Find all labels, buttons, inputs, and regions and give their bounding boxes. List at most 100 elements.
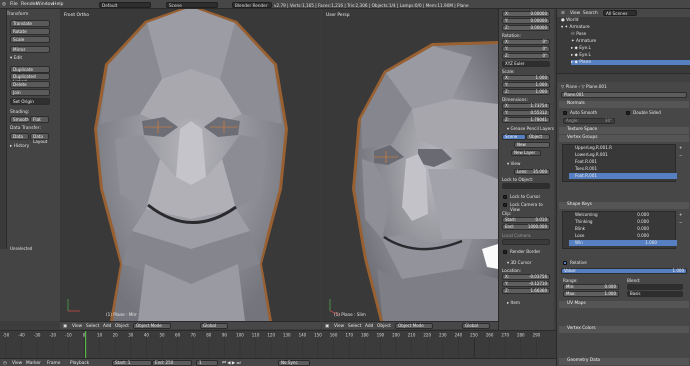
edit-header[interactable]: ▾ Edit <box>10 56 22 61</box>
scale-y-field[interactable]: Y: 1.000 <box>502 82 550 88</box>
item-header[interactable]: ▸ Item <box>507 300 520 305</box>
outliner-item-plane[interactable]: ▸ ◆ Plane <box>571 60 690 65</box>
outliner-item-armature-data[interactable]: ✦ Armature <box>571 39 596 44</box>
vl-mode-selector[interactable]: Object Mode <box>133 323 171 329</box>
scale-z-field[interactable]: Z: 1.000 <box>502 89 550 95</box>
gp-new-layer-button[interactable]: New Layer <box>511 150 541 156</box>
mirror-button[interactable]: Mirror <box>10 46 50 53</box>
dimensions-z-field[interactable]: Z: 1.78041 <box>502 117 550 123</box>
menu-file[interactable]: File <box>10 2 18 7</box>
menu-window[interactable]: Window <box>36 2 54 7</box>
vl-view-menu[interactable]: View <box>72 324 82 329</box>
shape-key-item[interactable]: Welcoming 0.000 <box>569 212 669 218</box>
gp-scene-tab[interactable]: Scene <box>502 134 526 140</box>
relative-checkbox[interactable] <box>563 261 567 265</box>
vertex-group-item[interactable]: LowerLeg.R.001 <box>569 152 669 158</box>
vr-mode-selector[interactable]: Object Mode <box>395 323 433 329</box>
smooth-button[interactable]: Smooth <box>10 116 29 123</box>
range-max-field[interactable]: Max: 1.000 <box>563 291 619 297</box>
geometry-data-header[interactable]: Geometry Data <box>559 358 689 365</box>
outliner-search-menu[interactable]: Search <box>583 11 598 16</box>
tool-tabs[interactable] <box>0 9 7 249</box>
vr-add-menu[interactable]: Add <box>365 324 373 329</box>
outliner-editor-icon[interactable]: ☰ <box>561 11 565 16</box>
lock-camera-checkbox[interactable] <box>503 203 507 207</box>
shape-key-item[interactable]: Blink 0.000 <box>569 226 669 232</box>
timeline-view-menu[interactable]: View <box>12 361 22 366</box>
add-shape-key-icon[interactable]: + <box>679 212 683 217</box>
flat-button[interactable]: Flat <box>30 116 49 123</box>
menu-help[interactable]: Help <box>53 2 63 7</box>
viewport-front-ortho[interactable]: Front Ortho (1) Plane : Mirr <box>60 9 321 321</box>
viewport-user-persp[interactable]: User Persp (1) Plane : Slim <box>322 9 498 321</box>
vl-pivot-selector[interactable]: Global <box>200 323 228 329</box>
outliner-item-eye-l-2[interactable]: ▸ ◆ Eye.L <box>571 53 591 58</box>
timeline-editor[interactable]: -50 -40 -30 -20 -10 0 10 20 30 40 50 60 70 80 90 100 110… <box>0 330 556 359</box>
double-sided-checkbox[interactable] <box>626 111 630 115</box>
vr-pivot-selector[interactable]: Global <box>462 323 490 329</box>
rotate-button[interactable]: Rotate <box>10 28 50 35</box>
outliner-item-pose[interactable]: ⚇ Pose <box>571 32 586 37</box>
rotation-mode-selector[interactable]: XYZ Euler <box>502 61 550 67</box>
vr-view-menu[interactable]: View <box>334 324 344 329</box>
outliner-view-menu[interactable]: View <box>570 11 580 16</box>
set-origin-dropdown[interactable]: Set Origin <box>10 98 50 105</box>
vertex-group-item[interactable]: Foot.R.001 <box>569 159 669 165</box>
cursor-x-field[interactable]: X: -0.03756 <box>502 274 550 280</box>
location-x-field[interactable]: X: 0.00000 <box>502 11 550 17</box>
render-engine-selector[interactable]: Blender Render <box>232 1 272 8</box>
translate-button[interactable]: Translate <box>10 20 50 27</box>
layout-selector[interactable]: Default <box>99 1 151 8</box>
vertex-colors-header[interactable]: Vertex Colors <box>559 326 689 333</box>
cursor-z-field[interactable]: Z: 1.66360 <box>502 288 550 294</box>
cursor-y-field[interactable]: Y: -0.12710 <box>502 281 550 287</box>
blender-logo-icon[interactable]: ◎ <box>2 2 6 7</box>
render-border-checkbox[interactable] <box>503 250 507 254</box>
vertex-group-item[interactable]: Toes.R.001 <box>569 166 669 172</box>
vl-select-menu[interactable]: Select <box>86 324 99 329</box>
shape-keys-list[interactable]: Welcoming 0.000 Thinking 0.000 Blink 0.000 … <box>562 211 677 249</box>
data-layout-button[interactable]: Data Layout <box>30 133 49 144</box>
vr-select-menu[interactable]: Select <box>348 324 361 329</box>
vr-object-menu[interactable]: Object <box>377 324 391 329</box>
shape-keys-header[interactable]: Shape Keys <box>559 202 689 209</box>
playback-controls[interactable]: ⏮ ◀ ▶ ⏭ <box>222 361 240 366</box>
3d-cursor-header[interactable]: ▾ 3D Cursor <box>507 260 531 265</box>
vertex-groups-header[interactable]: Vertex Groups <box>559 135 689 142</box>
clip-end-field[interactable]: End: 1000.000 <box>502 224 550 230</box>
normals-panel-header[interactable]: Normals <box>559 101 689 108</box>
scale-button[interactable]: Scale <box>10 36 50 43</box>
clip-start-field[interactable]: Start: 0.010 <box>502 217 550 223</box>
auto-smooth-checkbox[interactable] <box>563 111 567 115</box>
data-button[interactable]: Data <box>10 133 29 140</box>
texture-space-header[interactable]: Texture Space <box>559 127 689 134</box>
sync-mode-selector[interactable]: No Sync <box>278 360 310 366</box>
delete-button[interactable]: Delete <box>10 81 50 88</box>
rotation-z-field[interactable]: Z: 0° <box>502 53 550 59</box>
outliner-item-armature[interactable]: ▾ ✦ Armature <box>561 25 590 30</box>
location-z-field[interactable]: Z: 0.00000 <box>502 25 550 31</box>
current-frame-field[interactable]: 1 <box>196 360 218 366</box>
properties-tabs[interactable] <box>557 74 690 82</box>
local-camera-field[interactable] <box>502 239 550 245</box>
timeline-editor-icon[interactable]: ◷ <box>3 361 7 366</box>
dimensions-x-field[interactable]: X: 1.73754 <box>502 103 550 109</box>
range-min-field[interactable]: Min: 0.000 <box>563 284 619 290</box>
gp-new-button[interactable]: New <box>514 142 550 148</box>
shape-key-item[interactable]: Thinking 0.000 <box>569 219 669 225</box>
lock-object-field[interactable] <box>502 183 550 189</box>
grease-pencil-header[interactable]: ▾ Grease Pencil Layers <box>507 126 554 131</box>
join-button[interactable]: Join <box>10 89 50 96</box>
rotation-y-field[interactable]: Y: 0° <box>502 46 550 52</box>
remove-vertex-group-icon[interactable]: − <box>679 153 683 158</box>
vl-add-menu[interactable]: Add <box>103 324 111 329</box>
outliner-item-eye-l[interactable]: ▸ ◆ Eye.L <box>571 46 591 51</box>
shape-value-slider[interactable]: Value: 1.000 <box>561 268 687 274</box>
timeline-playback-menu[interactable]: Playback <box>70 361 89 366</box>
vertex-group-item-active[interactable]: Foot.R.001 <box>569 173 677 179</box>
view-editor-icon[interactable]: ▣ <box>63 324 67 329</box>
vertex-groups-list[interactable]: UpperLeg.R.001.R LowerLeg.R.001 Foot.R.0… <box>562 144 677 182</box>
gp-object-tab[interactable]: Object <box>526 134 550 140</box>
scene-selector[interactable]: Scene <box>166 1 218 8</box>
end-frame-field[interactable]: End: 250 <box>152 360 192 366</box>
